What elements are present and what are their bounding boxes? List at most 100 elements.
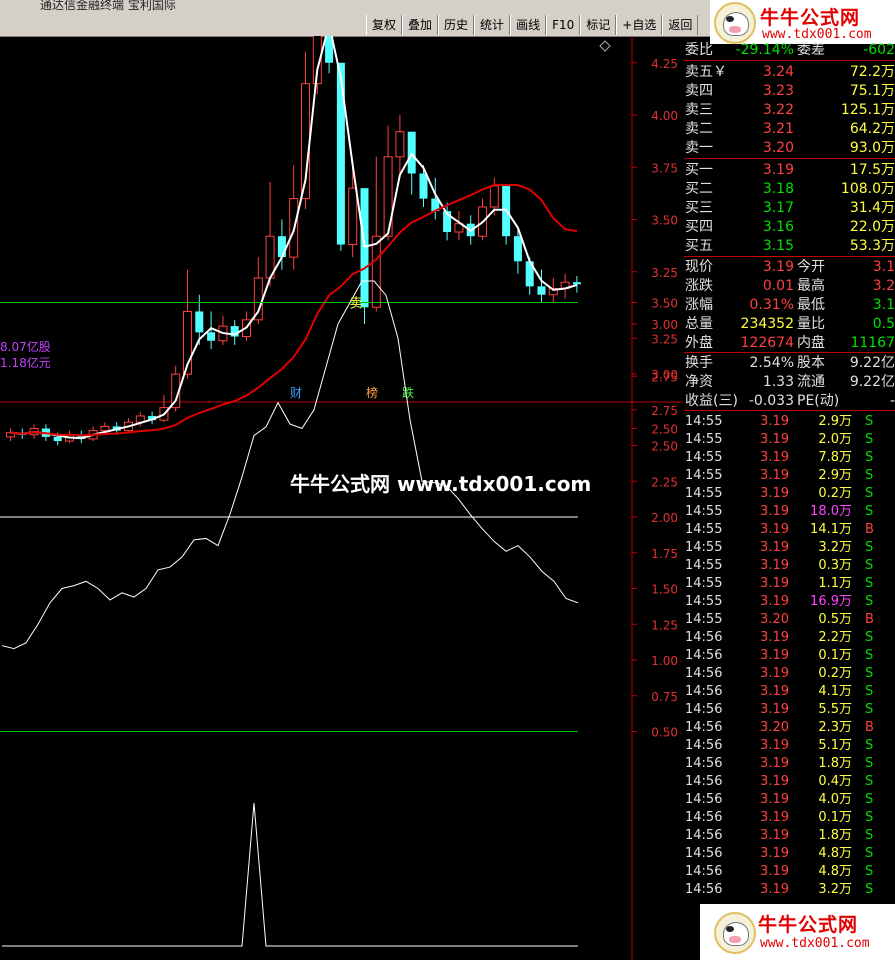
sub-indicator-line [1, 280, 579, 650]
y-tick-label: 3.50 [651, 214, 678, 228]
tick-price: 3.19 [760, 414, 789, 429]
tick-row: 14:55 3.19 18.0万 S [684, 503, 895, 521]
bid-label: 买一 [685, 162, 713, 178]
stat-value: - [889, 393, 895, 409]
quote-row: 现价 3.19 今开 3.1 [684, 258, 895, 277]
stat-label: 收益(三) [685, 393, 738, 409]
ask-row: 卖三 3.22 125.1万 [684, 101, 895, 120]
tick-time: 14:55 [685, 486, 723, 501]
bid-price: 3.17 [762, 200, 794, 216]
tick-time: 14:56 [685, 774, 723, 789]
tick-price: 3.19 [760, 702, 789, 717]
bid-label: 买三 [685, 200, 713, 216]
tick-volume: 0.4万 [818, 774, 852, 789]
tick-direction: S [865, 540, 874, 555]
toolbar-button-back[interactable]: 返回 [662, 15, 699, 35]
sub-y-tick-label: 0.50 [651, 726, 678, 740]
tick-time: 14:55 [685, 450, 723, 465]
toolbar-button-fuquan[interactable]: 复权 [366, 15, 403, 35]
kline-chart-area[interactable]: 5.004.754.504.254.003.753.503.253.002.75… [0, 36, 683, 960]
tick-direction: S [865, 468, 874, 483]
ask-price: 3.21 [762, 121, 794, 137]
toolbar-button-mark[interactable]: 标记 [580, 15, 617, 35]
ask-row: 卖五￥ 3.24 72.2万 [684, 63, 895, 82]
tick-volume: 0.2万 [818, 486, 852, 501]
toolbar-button-history[interactable]: 历史 [438, 15, 475, 35]
tick-price: 3.19 [760, 828, 789, 843]
float-shares-text: 8.07亿股 [0, 339, 51, 354]
bid-price: 3.15 [762, 238, 794, 254]
tick-volume: 4.0万 [818, 792, 852, 807]
bid-volume: 108.0万 [840, 181, 895, 197]
tick-time: 14:56 [685, 756, 723, 771]
tick-direction: S [865, 792, 874, 807]
tick-direction: S [865, 630, 874, 645]
bid-row: 买五 3.15 53.3万 [684, 237, 895, 256]
bid-price: 3.19 [762, 162, 794, 178]
tick-row: 14:56 3.19 3.2万 S [684, 881, 895, 899]
tick-price: 3.19 [760, 846, 789, 861]
tick-row: 14:56 3.19 1.8万 S [684, 827, 895, 845]
ask-label: 卖一 [685, 140, 713, 156]
tick-time: 14:56 [685, 666, 723, 681]
stat-label: 流通 [797, 374, 825, 390]
stat-value: 1.33 [762, 374, 794, 390]
quote-label: 最低 [797, 297, 825, 313]
bid-label: 买二 [685, 181, 713, 197]
tick-volume: 18.0万 [810, 504, 852, 519]
quote-value: 3.19 [762, 259, 794, 275]
quote-value: 0.01 [762, 278, 794, 294]
candle-body [489, 185, 499, 208]
stat-row: 收益(三) -0.033 PE(动) - [684, 392, 895, 411]
tick-volume: 4.1万 [818, 684, 852, 699]
tick-row: 14:56 3.19 1.8万 S [684, 755, 895, 773]
tick-direction: S [865, 432, 874, 447]
bid-volume: 17.5万 [849, 162, 895, 178]
event-mark-label: 跌 [402, 385, 414, 400]
quote-label: 涨幅 [685, 297, 713, 313]
tick-price: 3.19 [760, 738, 789, 753]
sub-y-tick-label: 0.75 [651, 690, 678, 704]
tick-time: 14:56 [685, 684, 723, 699]
candle-body [253, 277, 263, 321]
candle-body [419, 173, 428, 199]
label-weibi: 委比 [685, 42, 713, 58]
tick-time: 14:55 [685, 432, 723, 447]
toolbar-button-stats[interactable]: 统计 [474, 15, 511, 35]
bid-row: 买四 3.16 22.0万 [684, 218, 895, 237]
quote-value: 0.5 [872, 316, 895, 332]
bid-row: 买三 3.17 31.4万 [684, 199, 895, 218]
ask-label: 卖四 [685, 83, 713, 99]
stat-label: PE(动) [797, 393, 840, 409]
event-mark-label: 榜 [366, 385, 378, 400]
toolbar-button-draw[interactable]: 画线 [510, 15, 547, 35]
tick-row: 14:56 3.19 0.1万 S [684, 809, 895, 827]
toolbar-button-add-watchlist[interactable]: +自选 [616, 15, 663, 35]
candle-body [195, 311, 204, 333]
quote-value: 0.31% [749, 297, 794, 313]
toolbar-button-f10[interactable]: F10 [546, 15, 581, 35]
candle-body [513, 236, 522, 262]
bid-volume: 22.0万 [849, 219, 895, 235]
bid-label: 买五 [685, 238, 713, 254]
panel-divider [684, 60, 895, 61]
ask-price: 3.20 [762, 140, 794, 156]
bid-volume: 31.4万 [849, 200, 895, 216]
y-tick-label: 3.25 [651, 266, 678, 280]
ask-price: 3.23 [762, 83, 794, 99]
float-value-text: 1.18亿元 [0, 355, 51, 370]
candle-body [360, 188, 369, 308]
toolbar-button-overlay[interactable]: 叠加 [402, 15, 439, 35]
tick-time: 14:55 [685, 414, 723, 429]
tick-row: 14:55 3.19 0.2万 S [684, 485, 895, 503]
tick-volume: 4.8万 [818, 864, 852, 879]
sub-y-tick-label: 3.50 [651, 297, 678, 311]
tick-volume: 3.2万 [818, 882, 852, 897]
tick-row: 14:55 3.19 16.9万 S [684, 593, 895, 611]
tick-direction: S [865, 828, 874, 843]
tick-time: 14:55 [685, 540, 723, 555]
ask-volume: 125.1万 [840, 102, 895, 118]
quote-row: 涨幅 0.31% 最低 3.1 [684, 296, 895, 315]
tick-price: 3.19 [760, 432, 789, 447]
candle-body [336, 62, 345, 245]
